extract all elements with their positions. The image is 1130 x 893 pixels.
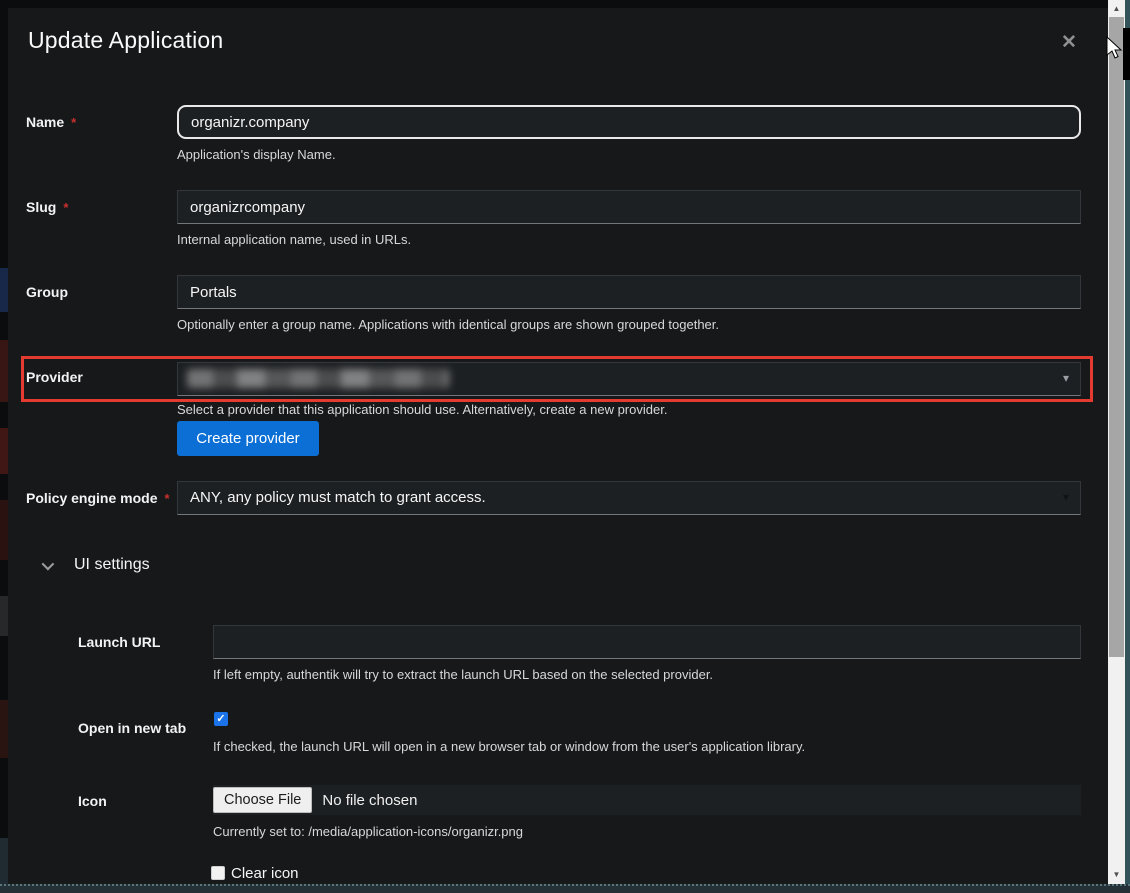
scroll-down-button[interactable]: ▼ — [1108, 866, 1125, 883]
close-icon: ✕ — [1061, 32, 1077, 53]
name-label: Name* — [26, 114, 76, 130]
backdrop-fragment — [0, 340, 8, 402]
page-title: Update Application — [28, 27, 223, 54]
backdrop-fragment — [0, 838, 8, 884]
backdrop-fragment — [0, 268, 8, 312]
name-help: Application's display Name. — [177, 147, 336, 162]
group-input[interactable] — [177, 275, 1081, 309]
provider-help: Select a provider that this application … — [177, 402, 667, 417]
scroll-up-button[interactable]: ▲ — [1108, 0, 1125, 17]
provider-select[interactable]: ▾ — [177, 362, 1081, 396]
required-asterisk: * — [63, 200, 68, 215]
backdrop-fragment — [0, 596, 8, 636]
vertical-scrollbar[interactable]: ▲ ▼ — [1108, 0, 1125, 893]
window-right-edge-dark — [1123, 28, 1130, 80]
policy-engine-mode-value[interactable]: ANY, any policy must match to grant acce… — [177, 481, 1081, 515]
launch-url-help: If left empty, authentik will try to ext… — [213, 667, 713, 682]
slug-input[interactable] — [177, 190, 1081, 224]
chevron-down-icon — [42, 557, 55, 570]
policy-engine-mode-label: Policy engine mode* — [26, 490, 170, 506]
group-help: Optionally enter a group name. Applicati… — [177, 317, 719, 332]
ui-settings-toggle[interactable]: UI settings — [42, 556, 150, 574]
provider-value-redacted — [187, 369, 449, 388]
slug-help: Internal application name, used in URLs. — [177, 232, 411, 247]
create-provider-button[interactable]: Create provider — [177, 421, 319, 456]
scrollbar-thumb[interactable] — [1109, 17, 1124, 657]
required-asterisk: * — [71, 115, 76, 130]
backdrop-fragment — [0, 700, 8, 758]
required-asterisk: * — [164, 491, 169, 506]
icon-help: Currently set to: /media/application-ico… — [213, 824, 523, 839]
clear-icon-label: Clear icon — [231, 865, 299, 882]
open-in-new-tab-checkbox[interactable] — [214, 712, 228, 726]
scroll-up-icon: ▲ — [1113, 4, 1121, 13]
window-right-edge — [1125, 0, 1130, 893]
launch-url-label: Launch URL — [78, 634, 160, 650]
choose-file-button[interactable]: Choose File — [213, 787, 312, 813]
file-status-text: No file chosen — [322, 792, 417, 809]
open-in-new-tab-help: If checked, the launch URL will open in … — [213, 739, 805, 754]
provider-label: Provider — [26, 369, 83, 385]
close-button[interactable]: ✕ — [1056, 29, 1082, 55]
group-label: Group — [26, 284, 68, 300]
bottom-page-band — [0, 884, 1130, 893]
backdrop-fragment — [0, 500, 8, 560]
scroll-down-icon: ▼ — [1113, 870, 1121, 879]
ui-settings-label: UI settings — [74, 556, 150, 574]
launch-url-input[interactable] — [213, 625, 1081, 659]
policy-engine-mode-select[interactable]: ANY, any policy must match to grant acce… — [177, 481, 1081, 515]
backdrop-fragment — [0, 428, 8, 474]
icon-file-input[interactable]: Choose File No file chosen — [213, 785, 1081, 815]
icon-label: Icon — [78, 793, 107, 809]
clear-icon-checkbox[interactable] — [211, 866, 225, 880]
slug-label: Slug* — [26, 199, 68, 215]
open-in-new-tab-label: Open in new tab — [78, 720, 186, 736]
name-input[interactable] — [177, 105, 1081, 139]
update-application-modal: Update Application ✕ Name* Application's… — [8, 8, 1108, 884]
